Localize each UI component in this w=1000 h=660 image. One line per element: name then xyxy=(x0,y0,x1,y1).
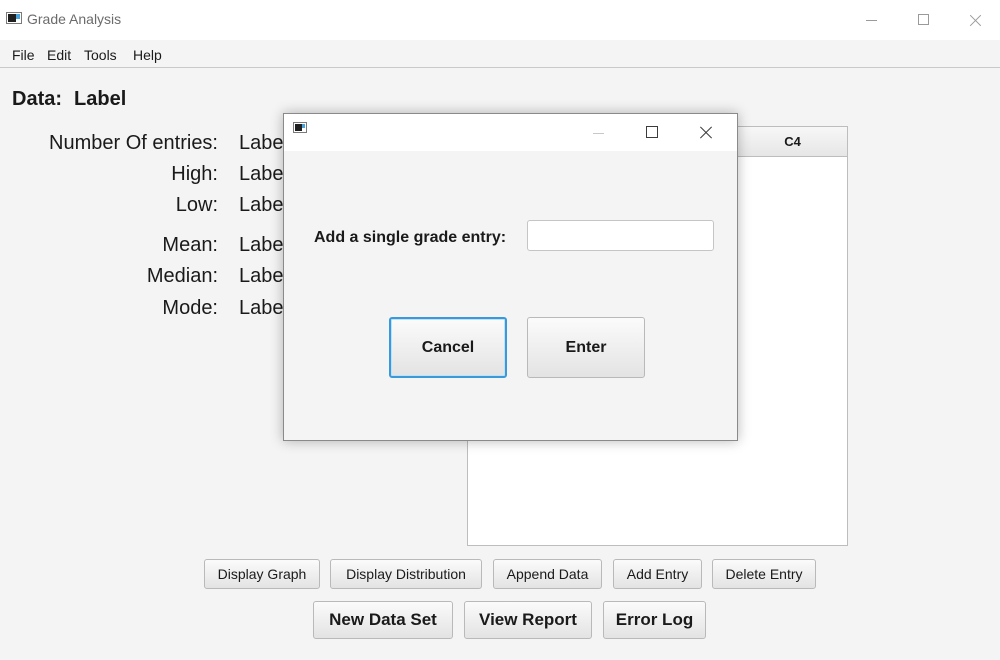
stat-label-median: Median: xyxy=(146,265,218,287)
stat-label-high: High: xyxy=(171,163,218,185)
stat-label-mean: Mean: xyxy=(162,234,218,256)
grade-entry-input[interactable] xyxy=(527,220,714,251)
add-entry-dialog: Add a single grade entry: Cancel Enter xyxy=(283,113,738,441)
stat-value-median: Labe xyxy=(239,265,284,287)
window-title: Grade Analysis xyxy=(27,11,122,27)
title-bar: Grade Analysis xyxy=(0,0,1000,40)
display-graph-button[interactable]: Display Graph xyxy=(204,559,320,589)
data-heading: Data: Label xyxy=(12,88,126,111)
dialog-minimize-icon[interactable] xyxy=(584,120,614,144)
menu-edit[interactable]: Edit xyxy=(47,47,71,63)
display-distribution-button[interactable]: Display Distribution xyxy=(330,559,482,589)
stat-label-low: Low: xyxy=(175,194,218,216)
dialog-maximize-icon[interactable] xyxy=(638,120,668,144)
data-heading-label: Data: xyxy=(12,88,63,110)
menu-tools[interactable]: Tools xyxy=(84,47,117,63)
stat-value-entries: Labe xyxy=(239,132,284,154)
app-icon xyxy=(6,12,22,24)
stat-value-mode: Labe xyxy=(239,297,284,319)
stat-label-entries: Number Of entries: xyxy=(49,132,218,154)
new-data-set-button[interactable]: New Data Set xyxy=(313,601,453,639)
menu-bar: File Edit Tools Help xyxy=(0,40,1000,68)
maximize-icon[interactable] xyxy=(904,6,944,34)
stat-value-mean: Labe xyxy=(239,234,284,256)
enter-button[interactable]: Enter xyxy=(527,317,645,378)
dialog-title-bar xyxy=(284,114,737,151)
minimize-icon[interactable] xyxy=(852,6,892,34)
delete-entry-button[interactable]: Delete Entry xyxy=(712,559,816,589)
data-heading-value: Label xyxy=(74,88,127,110)
stat-value-high: Labe xyxy=(239,163,284,185)
stat-value-low: Labe xyxy=(239,194,284,216)
error-log-button[interactable]: Error Log xyxy=(603,601,706,639)
cancel-button[interactable]: Cancel xyxy=(389,317,507,378)
grade-entry-label: Add a single grade entry: xyxy=(314,229,507,246)
close-icon[interactable] xyxy=(956,6,996,34)
menu-file[interactable]: File xyxy=(12,47,35,63)
view-report-button[interactable]: View Report xyxy=(464,601,592,639)
menu-help[interactable]: Help xyxy=(133,47,162,63)
dialog-app-icon xyxy=(293,122,307,133)
column-header-c4[interactable]: C4 xyxy=(738,127,847,156)
stat-label-mode: Mode: xyxy=(162,297,218,319)
dialog-close-icon[interactable] xyxy=(691,120,721,144)
add-entry-button[interactable]: Add Entry xyxy=(613,559,702,589)
append-data-button[interactable]: Append Data xyxy=(493,559,602,589)
